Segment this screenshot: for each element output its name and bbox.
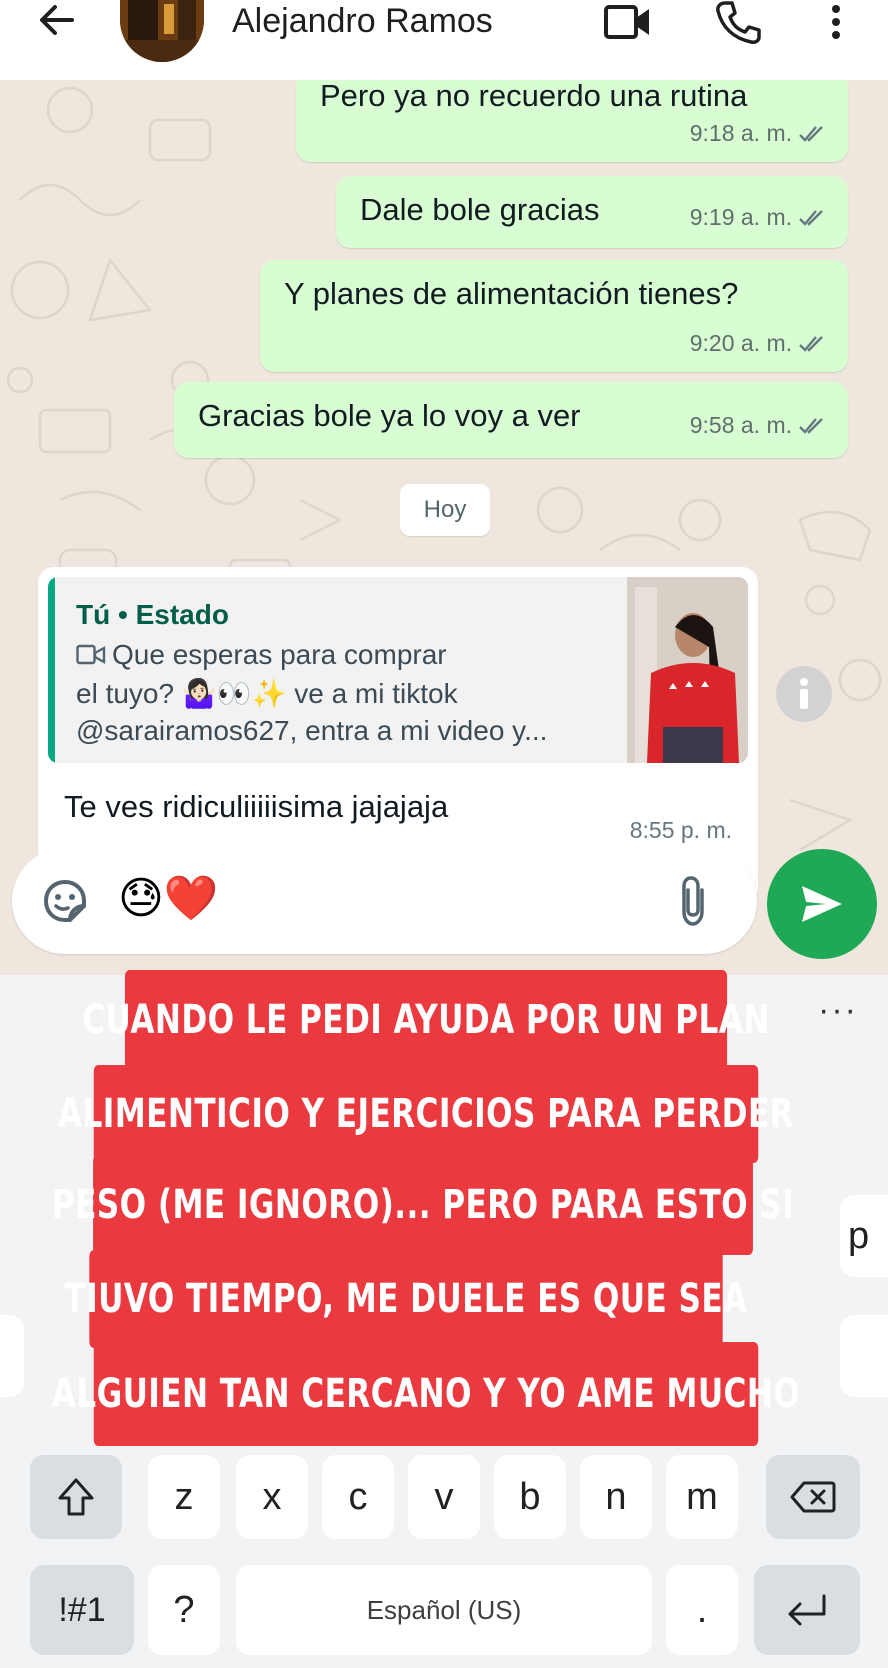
message-meta: 9:18 a. m. xyxy=(690,120,826,147)
quoted-status[interactable]: Tú • Estado Que esperas para comprar el … xyxy=(48,577,748,763)
message-bubble-outgoing[interactable]: Pero ya no recuerdo una rutina 9:18 a. m… xyxy=(296,80,848,162)
key-x[interactable]: x xyxy=(236,1455,308,1539)
double-check-icon xyxy=(799,335,823,352)
more-vertical-icon xyxy=(832,5,840,39)
video-icon xyxy=(76,644,106,665)
message-text: Te ves ridiculiiiiisima jajajaja xyxy=(64,789,449,824)
status-thumbnail xyxy=(627,577,748,763)
message-composer[interactable]: 😓❤️ xyxy=(12,848,757,954)
key-n[interactable]: n xyxy=(580,1455,652,1539)
arrow-left-icon xyxy=(40,5,74,35)
contact-avatar[interactable] xyxy=(120,0,204,62)
message-time: 9:19 a. m. xyxy=(689,204,792,230)
key-b[interactable]: b xyxy=(494,1455,566,1539)
key-m[interactable]: m xyxy=(666,1455,738,1539)
symbols-key[interactable]: !#1 xyxy=(30,1565,134,1655)
message-time: 9:18 a. m. xyxy=(689,120,792,146)
video-call-button[interactable] xyxy=(600,0,656,46)
message-text: Pero ya no recuerdo una rutina xyxy=(320,80,748,113)
caption-line: CUANDO LE PEDI AYUDA POR UN PLAN xyxy=(82,970,769,1070)
enter-icon xyxy=(788,1594,826,1626)
quote-author: Tú • Estado xyxy=(76,599,229,630)
shift-icon xyxy=(58,1478,94,1516)
message-time: 9:20 a. m. xyxy=(689,330,792,356)
info-icon xyxy=(800,678,808,709)
quote-text-1: Que esperas para comprar xyxy=(112,639,447,670)
message-meta: 9:58 a. m. xyxy=(690,412,826,439)
date-divider: Hoy xyxy=(400,484,490,536)
chat-header: Alejandro Ramos xyxy=(0,0,888,80)
message-bubble-outgoing[interactable]: Y planes de alimentación tienes? 9:20 a.… xyxy=(260,260,848,372)
double-check-icon xyxy=(799,209,823,226)
caption-line: ALIMENTICIO Y EJERCICIOS PARA PERDER xyxy=(58,1065,794,1163)
key-question[interactable]: ? xyxy=(148,1565,220,1655)
send-button[interactable] xyxy=(767,849,877,959)
double-check-icon xyxy=(799,125,823,142)
double-check-icon xyxy=(799,417,823,434)
message-text: Gracias bole ya lo voy a ver xyxy=(198,398,581,433)
key-z[interactable]: z xyxy=(148,1455,220,1539)
video-call-icon xyxy=(604,5,649,39)
shift-key[interactable] xyxy=(30,1455,122,1539)
key-c[interactable]: c xyxy=(322,1455,394,1539)
enter-key[interactable] xyxy=(754,1565,860,1655)
message-text: Dale bole gracias xyxy=(360,192,600,227)
voice-call-button[interactable] xyxy=(710,0,766,46)
attach-button[interactable] xyxy=(676,874,710,933)
caption-overlay: CUANDO LE PEDI AYUDA POR UN PLAN ALIMENT… xyxy=(0,970,888,1458)
sticker-button[interactable] xyxy=(40,876,90,931)
quote-line: Que esperas para comprar xyxy=(76,639,447,671)
composer-text: 😓❤️ xyxy=(118,874,219,923)
caption-line: PESO (ME IGNORO)... PERO PARA ESTO SI xyxy=(52,1155,794,1255)
message-meta: 9:20 a. m. xyxy=(690,330,826,357)
phone-icon xyxy=(716,1,761,44)
send-icon xyxy=(802,886,842,922)
key-period[interactable]: . xyxy=(666,1565,738,1655)
back-button[interactable] xyxy=(34,0,78,44)
message-text: Y planes de alimentación tienes? xyxy=(284,276,739,311)
message-time: 9:58 a. m. xyxy=(689,412,792,438)
message-meta: 9:19 a. m. xyxy=(690,204,826,231)
quote-text-2: el tuyo? 🤷🏻‍♀️👀✨ ve a mi tiktok xyxy=(76,678,458,709)
backspace-key[interactable] xyxy=(766,1455,860,1539)
quote-accent-bar xyxy=(48,577,55,763)
space-key[interactable]: Español (US) xyxy=(236,1565,652,1655)
caption-line: TIUVO TIEMPO, ME DUELE ES QUE SEA xyxy=(64,1250,747,1348)
message-time: 8:55 p. m. xyxy=(629,817,732,843)
quote-text-3: @sarairamos627, entra a mi video y... xyxy=(76,715,548,746)
sticker-icon xyxy=(43,879,86,922)
caption-line: ALGUIEN TAN CERCANO Y YO AME MUCHO xyxy=(52,1342,800,1446)
menu-button[interactable] xyxy=(808,0,864,46)
message-bubble-outgoing[interactable]: Gracias bole ya lo voy a ver 9:58 a. m. xyxy=(174,382,848,458)
contact-name[interactable]: Alejandro Ramos xyxy=(232,2,493,41)
message-bubble-outgoing[interactable]: Dale bole gracias 9:19 a. m. xyxy=(336,176,848,248)
chat-area[interactable]: Pero ya no recuerdo una rutina 9:18 a. m… xyxy=(0,80,888,975)
paperclip-icon xyxy=(682,876,704,926)
info-button[interactable] xyxy=(776,666,832,722)
key-v[interactable]: v xyxy=(408,1455,480,1539)
backspace-icon xyxy=(790,1481,836,1513)
